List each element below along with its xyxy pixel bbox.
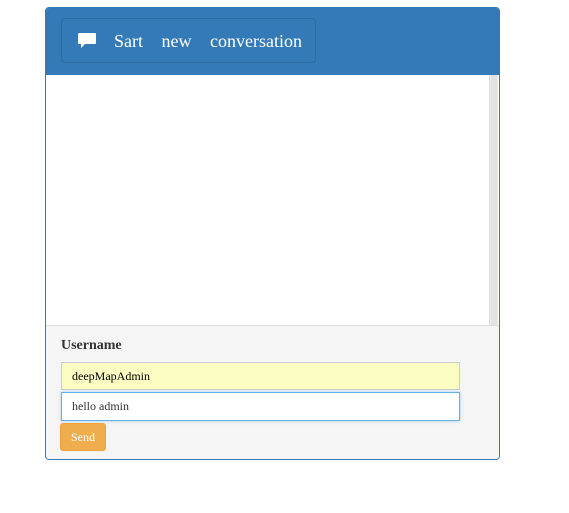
panel-footer: Username Send [46,325,499,459]
new-conversation-button[interactable]: Sart new conversation [61,18,316,63]
panel-heading: Sart new conversation [46,8,499,75]
chat-bubble-icon [78,33,96,48]
scrollbar-thumb[interactable] [491,75,497,325]
new-conversation-label: Sart new conversation [114,31,302,51]
username-label: Username [61,338,122,353]
message-area [46,75,499,325]
send-button[interactable]: Send [60,423,106,451]
username-input[interactable] [61,362,460,390]
message-input[interactable] [61,392,460,421]
chat-panel: Sart new conversation Username Send [45,7,500,460]
message-scrollbar[interactable] [489,75,498,325]
